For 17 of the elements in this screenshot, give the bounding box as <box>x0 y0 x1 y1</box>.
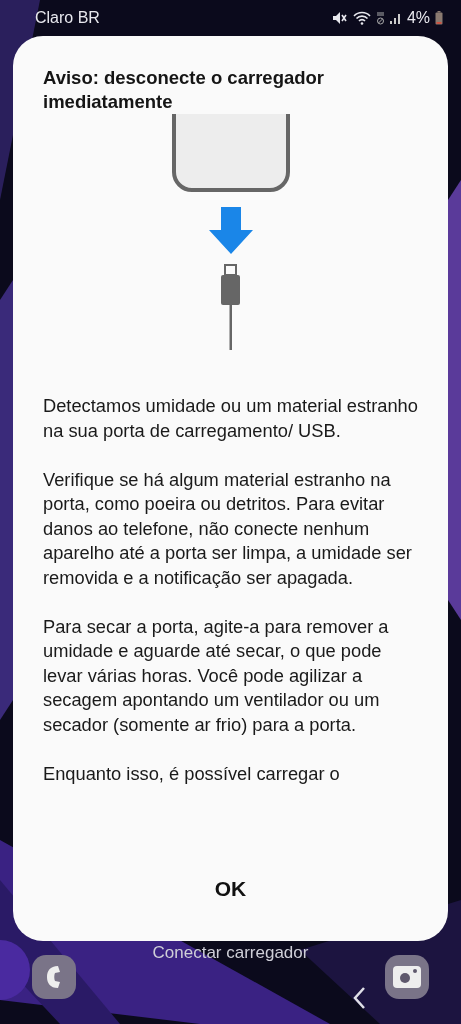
battery-icon <box>435 11 443 25</box>
camera-shortcut-icon[interactable] <box>385 955 429 999</box>
wifi-icon <box>352 11 371 25</box>
down-arrow-icon <box>208 207 253 254</box>
dialog-title: Aviso: desconecte o carregador imediatamente <box>43 66 326 114</box>
message-paragraph: Para secar a porta, agite-a para remover a umidade e aguarde até secar, o que pode levar várias horas. Você pode agilizar a secagem apontando um ventilador ou um secador (somente ar frio) para a porta. <box>43 614 390 737</box>
mute-icon <box>331 11 348 25</box>
carrier-name: Claro BR <box>35 9 100 27</box>
message-paragraph: Enquanto isso, é possível carregar o <box>43 761 341 786</box>
message-paragraph: Detectamos umidade ou um material estranho na sua porta de carregamento/ USB. <box>43 394 418 443</box>
battery-percentage: 4% <box>406 9 430 27</box>
ok-button[interactable]: OK <box>184 865 277 913</box>
signal-icon <box>389 12 402 24</box>
message-paragraph: Verifique se há algum material estranho na porta, como poeira ou detritos. Para evitar danos ao telefone, não conecte nenhum aparelho até a porta ser limpa, a umidade ser removida e a notificação ser apagada. <box>43 467 413 590</box>
back-icon[interactable] <box>352 986 366 1010</box>
phone-shortcut-icon[interactable] <box>32 955 76 999</box>
mobile-data-off-icon <box>375 11 385 25</box>
